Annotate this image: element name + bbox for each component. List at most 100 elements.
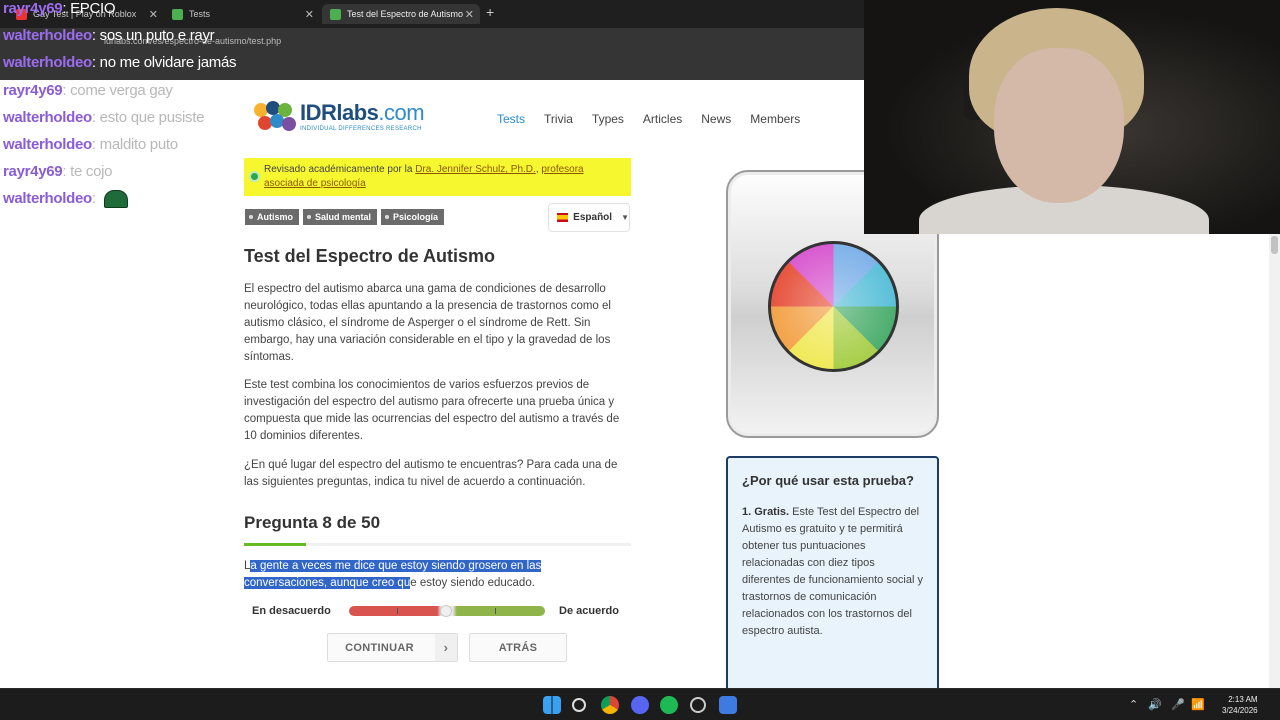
intro-paragraph-2: Este test combina los conocimientos de v… — [244, 379, 620, 442]
idrlabs-favicon-icon — [330, 8, 341, 20]
webcam-overlay — [864, 0, 1280, 234]
tag-list: Autismo Salud mental Psicología — [245, 209, 445, 225]
tab-title: Tests — [189, 9, 211, 19]
page-title: Test del Espectro de Autismo — [244, 246, 496, 266]
language-selector[interactable]: Español ▼ — [548, 203, 630, 232]
color-wheel-icon — [768, 241, 899, 372]
steam-icon[interactable] — [690, 697, 706, 713]
chat-user: rayr4y69 — [3, 163, 63, 180]
main-nav: Tests Trivia Types Articles News Members — [497, 112, 800, 126]
question-text: La gente a veces me dice que estoy siend… — [244, 558, 584, 592]
chat-text: sos un puto e rayr — [99, 27, 215, 44]
scale-disagree-label: En desacuerdo — [252, 605, 331, 617]
speaker-icon[interactable]: 🔊 — [1148, 698, 1162, 711]
why-body: 1. Gratis. Este Test del Espectro del Au… — [742, 504, 923, 640]
chat-message: walterholdeo: sos un puto e rayr — [3, 27, 215, 44]
slider-handle[interactable] — [440, 605, 452, 617]
chat-user: rayr4y69 — [3, 0, 63, 17]
why-point-label: 1. Gratis. — [742, 506, 790, 518]
continue-button[interactable]: CONTINUAR › — [327, 633, 458, 662]
chat-user: walterholdeo — [3, 190, 92, 207]
reviewer-link[interactable]: Dra. Jennifer Schulz, Ph.D. — [415, 164, 536, 175]
logo-subtitle: INDIVIDUAL DIFFERENCES RESEARCH — [300, 126, 422, 132]
windows-taskbar: ⌃ 🔊 🎤 📶 2:13 AM 3/24/2026 — [0, 688, 1280, 720]
tag-psicologia[interactable]: Psicología — [381, 209, 445, 225]
new-tab-icon[interactable]: + — [486, 4, 494, 20]
chat-user: walterholdeo — [3, 109, 92, 126]
chevron-up-icon[interactable]: ⌃ — [1129, 698, 1138, 711]
nav-news[interactable]: News — [701, 112, 731, 126]
nav-trivia[interactable]: Trivia — [544, 112, 573, 126]
nav-members[interactable]: Members — [750, 112, 800, 126]
chat-text: come verga gay — [70, 82, 173, 99]
close-icon[interactable]: ✕ — [465, 8, 474, 21]
tab-title: Test del Espectro de Autismo — [347, 9, 464, 19]
page-scrollbar[interactable] — [1269, 234, 1280, 688]
chat-user: walterholdeo — [3, 136, 92, 153]
chat-message: walterholdeo: esto que pusiste — [3, 109, 205, 126]
intro-paragraph-1: El espectro del autismo abarca una gama … — [244, 283, 611, 363]
chat-message: walterholdeo: — [3, 190, 128, 209]
progress-bar — [244, 543, 631, 546]
why-title: ¿Por qué usar esta prueba? — [742, 473, 914, 488]
chat-user: rayr4y69 — [3, 82, 63, 99]
clock-date: 3/24/2026 — [1222, 706, 1258, 715]
chat-message: rayr4y69: come verga gay — [3, 82, 173, 99]
scrollbar-thumb[interactable] — [1271, 236, 1278, 254]
emote-icon — [103, 190, 128, 209]
streamer-face — [994, 48, 1124, 203]
chat-message: rayr4y69: EPCIO — [3, 0, 116, 17]
clock-time: 2:13 AM — [1228, 695, 1258, 704]
back-button[interactable]: ATRÁS — [469, 633, 567, 662]
verified-icon — [249, 171, 260, 182]
question-rest-text: e estoy siendo educado. — [410, 577, 535, 589]
chrome-icon[interactable] — [601, 696, 619, 714]
question-header: Pregunta 8 de 50 — [244, 513, 381, 532]
close-icon[interactable]: ✕ — [149, 8, 158, 21]
wifi-icon[interactable]: 📶 — [1191, 698, 1205, 711]
nav-types[interactable]: Types — [592, 112, 624, 126]
chat-user: walterholdeo — [3, 54, 92, 71]
nav-tests[interactable]: Tests — [497, 112, 525, 126]
agreement-slider[interactable] — [349, 605, 545, 617]
windows-start-icon[interactable] — [543, 696, 561, 714]
search-icon[interactable] — [572, 698, 586, 712]
scale-agree-label: De acuerdo — [559, 605, 619, 617]
logo-name: IDRlabs — [300, 100, 379, 125]
clock[interactable]: 2:13 AM 3/24/2026 — [1222, 694, 1258, 716]
chat-message: rayr4y69: te cojo — [3, 163, 113, 180]
tab-tests[interactable]: Tests ✕ — [164, 4, 320, 24]
chat-text: maldito puto — [99, 136, 178, 153]
tab-autism-test[interactable]: Test del Espectro de Autismo ✕ — [322, 4, 480, 24]
language-label: Español — [573, 212, 613, 223]
screen: Gay Test | Play on Roblox ✕ Tests ✕ Test… — [0, 0, 1280, 720]
review-prefix: Revisado académicamente por la — [264, 164, 416, 175]
microphone-icon[interactable]: 🎤 — [1171, 698, 1185, 711]
progress-fill — [244, 543, 306, 546]
chat-text: EPCIO — [70, 0, 116, 17]
spotify-icon[interactable] — [660, 696, 678, 714]
chat-text: esto que pusiste — [99, 109, 205, 126]
chat-text: no me olvidare jamás — [99, 54, 237, 71]
app-icon[interactable] — [719, 696, 737, 714]
review-banner: Revisado académicamente por la Dra. Jenn… — [244, 158, 631, 196]
browser-tabbar: Gay Test | Play on Roblox ✕ Tests ✕ Test… — [0, 0, 864, 28]
chat-message: walterholdeo: maldito puto — [3, 136, 178, 153]
site-logo[interactable]: IDRlabs.com INDIVIDUAL DIFFERENCES RESEA… — [254, 100, 425, 133]
chat-user: walterholdeo — [3, 27, 92, 44]
chevron-right-icon: › — [435, 634, 457, 661]
chevron-down-icon: ▼ — [621, 213, 629, 222]
why-use-box: ¿Por qué usar esta prueba? 1. Gratis. Es… — [726, 456, 939, 696]
nav-articles[interactable]: Articles — [643, 112, 682, 126]
spain-flag-icon — [557, 213, 569, 222]
chat-message: walterholdeo: no me olvidare jamás — [3, 54, 237, 71]
tag-autismo[interactable]: Autismo — [245, 209, 299, 225]
idrlabs-favicon-icon — [172, 8, 183, 20]
intro-paragraph-3: ¿En qué lugar del espectro del autismo t… — [244, 459, 618, 488]
close-icon[interactable]: ✕ — [305, 8, 314, 21]
tag-salud-mental[interactable]: Salud mental — [303, 209, 378, 225]
chat-text: te cojo — [70, 163, 113, 180]
back-label: ATRÁS — [498, 641, 538, 654]
discord-icon[interactable] — [631, 696, 649, 714]
logo-dots-icon — [254, 101, 296, 133]
